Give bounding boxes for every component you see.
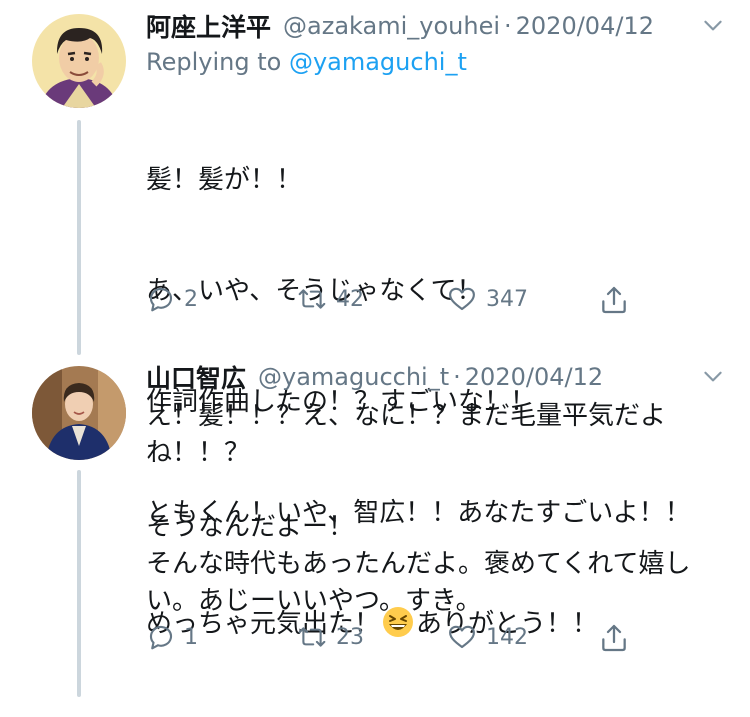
replying-to-label: Replying to (146, 48, 289, 76)
user-handle[interactable]: @azakami_youhei (283, 12, 500, 40)
tweet-actions: 1 23 142 (146, 622, 650, 662)
thread-line-top (77, 120, 81, 355)
reply-icon (149, 287, 172, 312)
reply-icon (149, 625, 172, 650)
separator-dot: · (453, 363, 461, 391)
avatar[interactable] (32, 14, 126, 108)
like-count: 347 (486, 286, 528, 312)
like-button[interactable]: 347 (446, 284, 528, 314)
user-handle[interactable]: @yamagucchi_t (258, 363, 449, 391)
tweet-header: 阿座上洋平 @azakami_youhei · 2020/04/12 (146, 6, 730, 46)
replying-to-handle-link[interactable]: @yamaguchi_t (289, 48, 467, 76)
tweet-text: え！髪！！？え、なに！？まだ毛量平気だよね！！？ そうなんだよー！ そんな時代も… (146, 401, 691, 616)
tweet-date[interactable]: 2020/04/12 (465, 363, 603, 391)
thread-line-bottom (77, 470, 81, 697)
chevron-down-icon[interactable] (700, 363, 726, 389)
reply-button[interactable]: 2 (146, 284, 198, 314)
retweet-button[interactable]: 42 (296, 284, 364, 314)
separator-dot: · (504, 12, 512, 40)
heart-icon (449, 625, 475, 649)
chevron-down-icon[interactable] (700, 12, 726, 38)
reply-button[interactable]: 1 (146, 622, 198, 652)
tweet-header: 山口智広 @yamagucchi_t · 2020/04/12 (146, 357, 730, 397)
display-name[interactable]: 阿座上洋平 (146, 8, 271, 44)
retweet-count: 42 (336, 286, 364, 312)
like-count: 142 (486, 624, 528, 650)
tweet-date[interactable]: 2020/04/12 (516, 12, 654, 40)
tweet-line: 髪！髪が！！ (146, 165, 303, 195)
like-button[interactable]: 142 (446, 622, 528, 652)
reply-count: 1 (184, 624, 198, 650)
share-button[interactable] (598, 622, 630, 654)
avatar[interactable] (32, 366, 126, 460)
reply-count: 2 (184, 286, 198, 312)
tweet-actions: 2 42 347 (146, 284, 650, 324)
display-name[interactable]: 山口智広 (146, 359, 246, 395)
share-icon (602, 624, 626, 652)
retweet-icon (298, 627, 326, 647)
avatar-photo (32, 366, 126, 460)
replying-to: Replying to @yamaguchi_t (146, 48, 467, 76)
heart-icon (449, 287, 475, 311)
retweet-button[interactable]: 23 (296, 622, 364, 652)
share-button[interactable] (598, 284, 630, 316)
retweet-icon (298, 289, 326, 309)
retweet-count: 23 (336, 624, 364, 650)
avatar-illustration (32, 14, 126, 108)
share-icon (602, 286, 626, 314)
